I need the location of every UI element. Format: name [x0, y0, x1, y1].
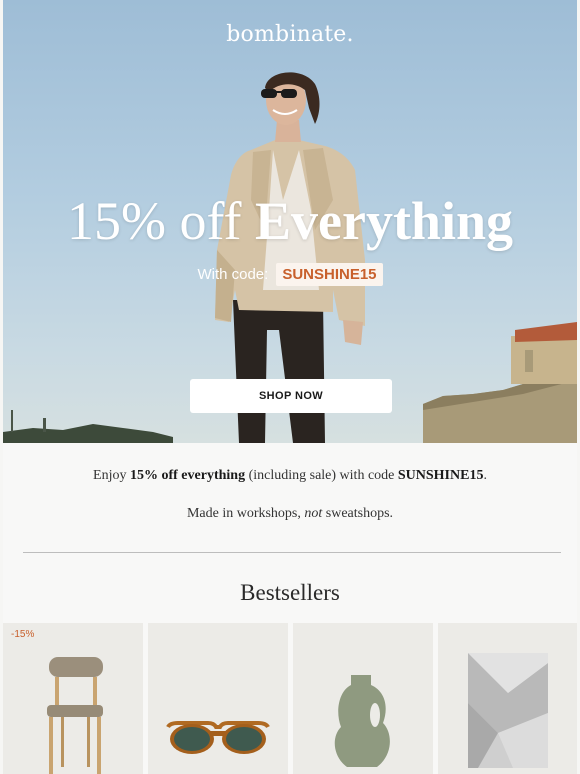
promo-code-badge: SUNSHINE15 — [276, 263, 383, 286]
bestsellers-title: Bestsellers — [240, 580, 340, 605]
headline-discount: 15% off — [67, 191, 255, 251]
headline-emphasis: Everything — [254, 191, 513, 251]
email-frame: bombinate. 15% off Everything With code:… — [3, 0, 577, 774]
rug-icon — [438, 623, 577, 774]
hero-banner[interactable]: bombinate. 15% off Everything With code:… — [3, 0, 577, 443]
product-card-sunglasses[interactable] — [148, 623, 288, 774]
intro-mid: (including sale) with code — [245, 468, 398, 483]
tagline-em: not — [304, 506, 323, 521]
tagline: Made in workshops, not sweatshops. — [3, 506, 577, 522]
intro-offer: 15% off everything — [129, 468, 246, 483]
hero-headline: 15% off Everything — [3, 190, 577, 252]
promo-code-row: With code: SUNSHINE15 — [3, 263, 577, 286]
brand-logo[interactable]: bombinate. — [3, 22, 577, 47]
vase-icon — [293, 623, 433, 774]
tagline-end: sweatshops. — [322, 506, 394, 521]
section-divider — [23, 552, 561, 553]
intro-end: . — [483, 468, 487, 483]
shop-now-button[interactable]: SHOP NOW — [190, 379, 392, 413]
tagline-pre: Made in workshops, — [186, 506, 305, 521]
promo-code-label: With code: — [197, 266, 269, 283]
sunglasses-icon — [148, 623, 288, 774]
discount-badge: -15% — [11, 629, 35, 640]
intro-code: SUNSHINE15 — [397, 468, 484, 483]
product-card-rug[interactable] — [438, 623, 577, 774]
product-card-vase[interactable] — [293, 623, 433, 774]
product-card-chair[interactable]: -15% — [3, 623, 143, 774]
intro-line: Enjoy 15% off everything (including sale… — [3, 468, 577, 484]
intro-pre: Enjoy — [93, 468, 130, 483]
chair-icon — [3, 623, 143, 774]
product-grid: -15% — [3, 623, 577, 774]
